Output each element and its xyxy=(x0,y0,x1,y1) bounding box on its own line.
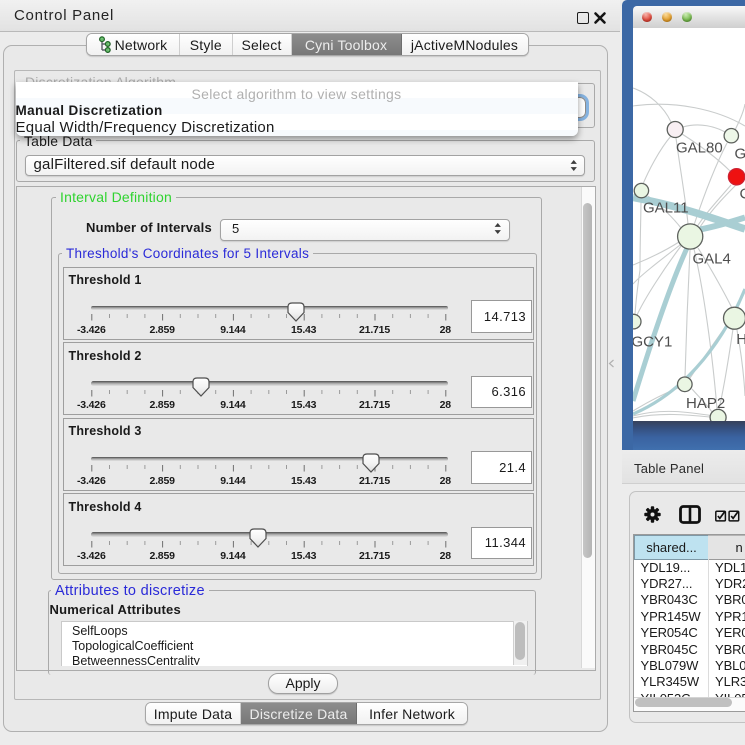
svg-text:GA: GA xyxy=(735,146,745,163)
svg-text:GAL4: GAL4 xyxy=(693,251,731,268)
svg-text:H: H xyxy=(736,331,745,348)
svg-text:GAL80: GAL80 xyxy=(676,140,723,157)
svg-text:GCY1: GCY1 xyxy=(633,334,672,351)
svg-text:GAL11: GAL11 xyxy=(643,200,689,217)
svg-text:HAP2: HAP2 xyxy=(686,395,725,412)
svg-text:CD: CD xyxy=(740,186,745,203)
